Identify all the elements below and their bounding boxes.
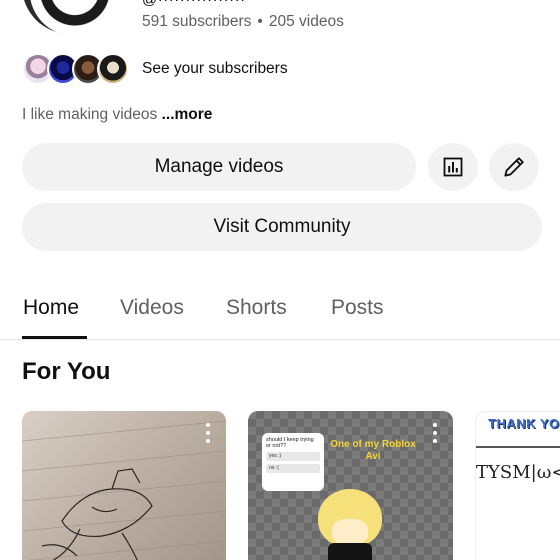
channel-stats: 591 subscribers • 205 videos (142, 13, 344, 31)
divider (476, 446, 560, 448)
tab-posts[interactable]: Posts (331, 296, 384, 320)
character-face (332, 519, 368, 545)
handwriting-text: TYSM|ω< (476, 462, 560, 483)
visit-community-button[interactable]: Visit Community (22, 203, 542, 251)
see-subscribers-link[interactable]: See your subscribers (142, 60, 288, 78)
section-title: For You (22, 358, 111, 385)
poll-question: should I keep trying or not?? (266, 437, 314, 449)
analytics-button[interactable] (428, 143, 478, 191)
tab-home[interactable]: Home (23, 296, 79, 320)
analytics-icon (443, 157, 463, 177)
video-thumbnail[interactable]: should I keep trying or not?? yes :) no … (248, 411, 453, 560)
poll-option: no :( (266, 464, 320, 473)
poll-card: should I keep trying or not?? yes :) no … (262, 433, 324, 491)
sketch-drawing (22, 420, 226, 560)
tab-videos[interactable]: Videos (120, 296, 184, 320)
edit-channel-button[interactable] (489, 143, 539, 191)
stats-separator: • (257, 13, 263, 30)
active-tab-indicator (22, 336, 87, 339)
channel-avatar[interactable] (22, 0, 118, 34)
subscriber-avatar (97, 53, 129, 85)
character-body (328, 543, 372, 560)
video-thumbnail[interactable]: THANK YO TYSM|ω< (475, 411, 560, 560)
video-thumbnail[interactable] (22, 411, 226, 560)
poll-option: yes :) (266, 452, 320, 461)
more-link[interactable]: ...more (162, 106, 213, 123)
tab-shorts[interactable]: Shorts (226, 296, 287, 320)
thumbnail-caption: One of my Roblox Avi (330, 439, 416, 462)
pencil-icon (504, 157, 524, 177)
more-options-icon[interactable] (200, 423, 216, 443)
subscriber-count: 591 subscribers (142, 13, 252, 30)
video-count: 205 videos (268, 13, 344, 30)
manage-videos-button[interactable]: Manage videos (22, 143, 416, 191)
channel-handle: @················ (142, 0, 246, 8)
subscriber-avatars (22, 53, 129, 85)
see-subscribers-row[interactable]: See your subscribers (22, 52, 288, 86)
thumbnail-title-text: THANK YO (488, 416, 560, 431)
description-text: I like making videos (22, 106, 158, 123)
channel-tabs: Home Videos Shorts Posts (0, 286, 560, 340)
more-options-icon[interactable] (427, 423, 443, 443)
channel-description[interactable]: I like making videos ...more (22, 106, 212, 124)
